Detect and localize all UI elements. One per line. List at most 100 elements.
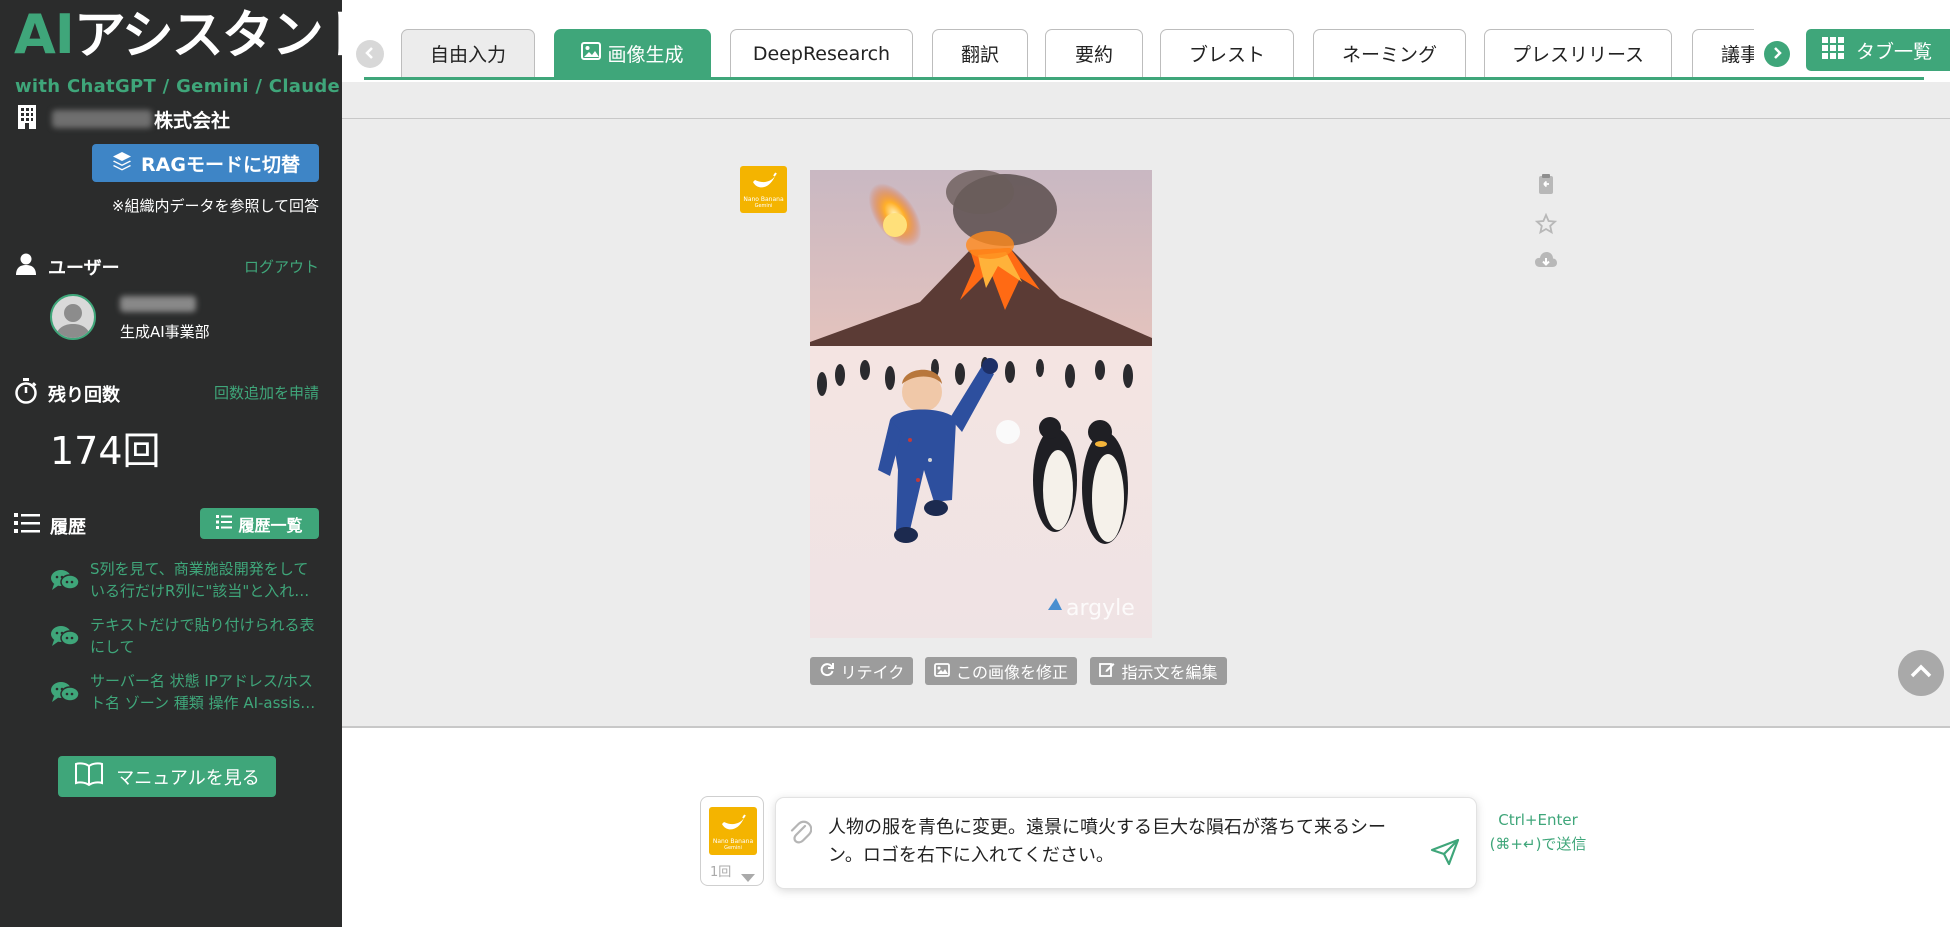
- modify-image-label: この画像を修正: [955, 663, 1068, 682]
- company-name-redacted: [52, 110, 152, 128]
- generated-image[interactable]: argyle: [810, 170, 1152, 638]
- building-icon: [16, 104, 38, 134]
- manual-label: マニュアルを見る: [116, 767, 260, 789]
- stopwatch-icon: [14, 378, 38, 409]
- logo-text: アシスタント: [73, 6, 374, 66]
- list-icon: [14, 512, 40, 539]
- chat-icon: [50, 680, 80, 714]
- caret-down-icon: [741, 867, 755, 886]
- history-item[interactable]: S列を見て、商業施設開発をしている行だけR列に"該当"と入れ…: [50, 558, 330, 602]
- history-list-button[interactable]: 履歴一覧: [200, 508, 319, 539]
- company-name: 株式会社: [154, 109, 231, 132]
- tab-deep-research[interactable]: DeepResearch: [730, 29, 913, 77]
- chat-icon: [50, 624, 80, 658]
- prompt-text: 人物の服を青色に変更。遠景に噴火する巨大な隕石が落ちて来るシーン。ロゴを右下に入…: [828, 817, 1386, 866]
- generation-count: 1回: [710, 865, 732, 880]
- tab-list-label: タブ一覧: [1856, 40, 1933, 63]
- shortcut-line-1: Ctrl+Enter: [1498, 811, 1578, 829]
- tab-label: ブレスト: [1188, 44, 1265, 66]
- send-shortcut-hint: Ctrl+Enter (⌘+↵)で送信: [1480, 808, 1596, 856]
- manual-button[interactable]: マニュアルを見る: [58, 756, 276, 797]
- history-label: 履歴: [50, 516, 86, 538]
- tab-list-button[interactable]: タブ一覧: [1806, 29, 1950, 71]
- rag-mode-label: RAGモードに切替: [141, 153, 300, 176]
- model-badge-sub: Gemini: [724, 844, 742, 851]
- scroll-to-top-button[interactable]: [1898, 650, 1944, 696]
- tab-underline: [364, 77, 1924, 80]
- tab-free-input[interactable]: 自由入力: [401, 29, 535, 77]
- chevron-left-icon: [363, 45, 377, 64]
- tab-brainstorm[interactable]: ブレスト: [1160, 29, 1294, 77]
- prompt-input[interactable]: 人物の服を青色に変更。遠景に噴火する巨大な隕石が落ちて来るシーン。ロゴを右下に入…: [776, 798, 1476, 888]
- tab-label: DeepResearch: [752, 42, 891, 65]
- request-more-link[interactable]: 回数追加を申請: [214, 382, 319, 403]
- divider: [342, 118, 1950, 119]
- tab-bar: 自由入力 画像生成 DeepResearch 翻訳 要約 ブレスト ネーミング …: [342, 0, 1950, 82]
- banana-icon: [749, 170, 779, 196]
- layers-icon: [111, 150, 133, 177]
- retake-button[interactable]: リテイク: [810, 657, 913, 685]
- model-badge-name: Nano Banana: [712, 837, 754, 845]
- tab-translate[interactable]: 翻訳: [932, 29, 1028, 77]
- tab-press-release[interactable]: プレスリリース: [1484, 29, 1672, 77]
- chevron-up-icon: [1909, 663, 1933, 683]
- remaining-label: 残り回数: [48, 384, 120, 406]
- model-badge-name: Nano Banana: [743, 196, 784, 203]
- tab-minutes[interactable]: 議事: [1692, 29, 1754, 77]
- tab-label: ネーミング: [1341, 44, 1437, 66]
- sidebar: AIアシスタント with ChatGPT / Gemini / Claude …: [0, 0, 374, 927]
- tab-summary[interactable]: 要約: [1045, 29, 1143, 77]
- remaining-section-header: 残り回数: [14, 378, 120, 409]
- download-icon[interactable]: [1534, 248, 1558, 272]
- tab-label: 画像生成: [607, 44, 684, 66]
- tab-image-generation[interactable]: 画像生成: [554, 29, 711, 77]
- logout-link[interactable]: ログアウト: [244, 256, 319, 277]
- user-icon: [14, 252, 38, 281]
- company-row: 株式会社: [16, 104, 230, 134]
- tab-scroll-left-button[interactable]: [356, 40, 384, 68]
- retake-label: リテイク: [840, 663, 905, 682]
- refresh-icon: [819, 661, 835, 681]
- history-item-text: サーバー名 状態 IPアドレス/ホスト名 ゾーン 種類 操作 AI-assis…: [90, 672, 316, 712]
- book-icon: [74, 762, 104, 791]
- star-icon[interactable]: [1534, 212, 1558, 236]
- tab-scroll-right-button[interactable]: [1764, 41, 1790, 67]
- history-item[interactable]: サーバー名 状態 IPアドレス/ホスト名 ゾーン 種類 操作 AI-assis…: [50, 670, 330, 714]
- image-icon: [934, 662, 950, 681]
- grid-icon: [1822, 36, 1844, 64]
- history-item-text: S列を見て、商業施設開発をしている行だけR列に"該当"と入れ…: [90, 560, 310, 600]
- history-section-header: 履歴: [14, 512, 86, 539]
- banana-icon: [718, 812, 748, 838]
- user-label: ユーザー: [48, 257, 120, 279]
- edit-icon: [1099, 661, 1115, 681]
- model-badge: Nano Banana Gemini: [709, 807, 757, 855]
- logo-ai: AI: [14, 3, 75, 66]
- app-logo[interactable]: AIアシスタント: [14, 8, 374, 63]
- edit-prompt-button[interactable]: 指示文を編集: [1090, 657, 1227, 685]
- rag-mode-button[interactable]: RAGモードに切替: [92, 144, 319, 182]
- modify-image-button[interactable]: この画像を修正: [925, 657, 1077, 685]
- chevron-right-icon: [1770, 45, 1784, 64]
- paperclip-icon[interactable]: [788, 818, 813, 850]
- tab-label: 自由入力: [429, 44, 506, 66]
- model-selector[interactable]: Nano Banana Gemini 1回: [700, 796, 764, 886]
- rag-note: ※組織内データを参照して回答: [111, 197, 319, 215]
- history-list-label: 履歴一覧: [238, 515, 303, 535]
- tab-label: 要約: [1074, 44, 1113, 66]
- edit-prompt-label: 指示文を編集: [1121, 663, 1218, 682]
- copy-icon[interactable]: [1534, 172, 1558, 196]
- send-icon[interactable]: [1430, 838, 1460, 870]
- history-item[interactable]: テキストだけで貼り付けられる表にして: [50, 614, 330, 658]
- image-icon: [581, 42, 602, 65]
- tab-naming[interactable]: ネーミング: [1313, 29, 1466, 77]
- model-badge-sub: Gemini: [754, 203, 773, 209]
- chat-icon: [50, 568, 80, 602]
- tab-label: 翻訳: [960, 44, 999, 66]
- tab-label: プレスリリース: [1511, 44, 1645, 66]
- shortcut-line-2: (⌘+↵)で送信: [1489, 835, 1587, 853]
- user-section-header: ユーザー: [14, 252, 120, 281]
- user-name-redacted: [120, 296, 196, 312]
- logo-subtitle: with ChatGPT / Gemini / Claude: [15, 76, 341, 97]
- history-item-text: テキストだけで貼り付けられる表にして: [90, 616, 315, 656]
- image-watermark: argyle: [1066, 596, 1135, 621]
